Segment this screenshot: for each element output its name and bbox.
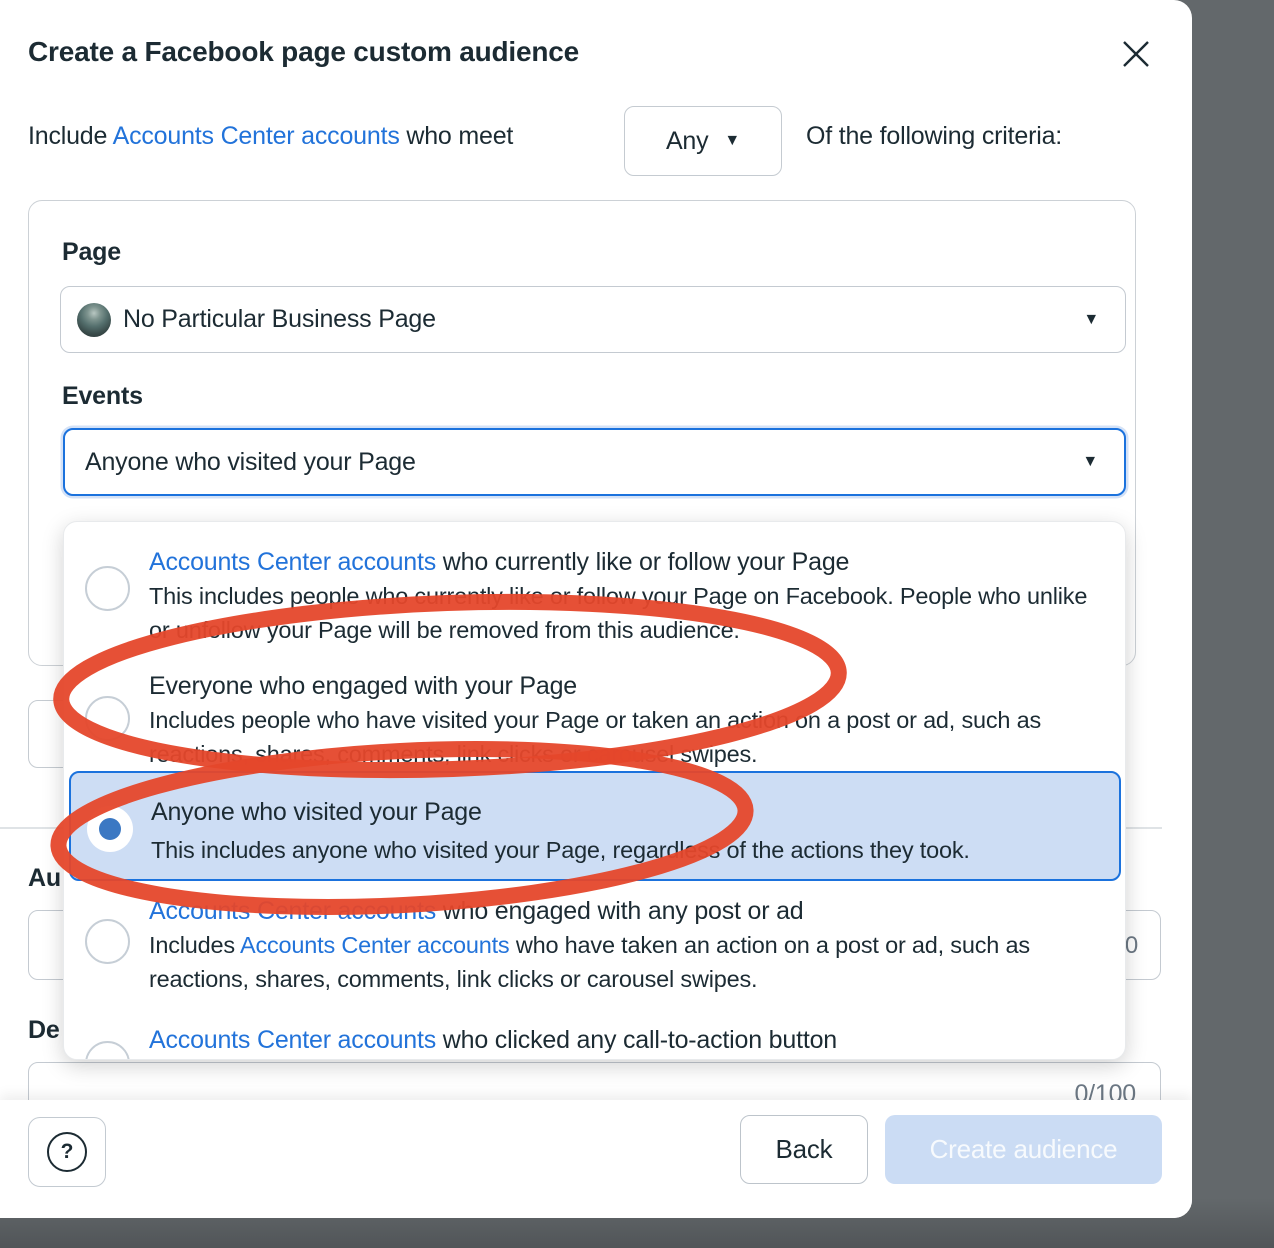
help-icon: ? [47,1132,87,1172]
events-select[interactable]: Anyone who visited your Page ▼ [63,428,1126,496]
screenshot-root: { "icons": { "caret_down": "▼", "help": … [0,0,1274,1248]
description-label: De [28,1016,60,1045]
caret-down-icon: ▼ [1082,454,1098,470]
include-middle: who meet [400,122,514,150]
help-button[interactable]: ? [28,1117,106,1187]
close-icon [1118,36,1154,72]
page-title: Create a Facebook page custom audience [28,36,579,68]
page-avatar [77,303,111,337]
page-label: Page [62,238,121,267]
radio-unselected-icon[interactable] [85,566,130,611]
selected-option-text: Anyone who visited your Page This includ… [151,797,1101,868]
create-audience-button-disabled[interactable]: Create audience [885,1115,1162,1184]
page-select[interactable]: No Particular Business Page ▼ [60,286,1126,353]
radio-unselected-icon[interactable] [85,919,130,964]
caret-down-icon: ▼ [724,133,740,149]
back-button[interactable]: Back [740,1115,868,1184]
events-dropdown-panel: Accounts Center accounts who currently l… [63,521,1126,1060]
dropdown-option-likes-follows[interactable]: Accounts Center accounts who currently l… [149,547,1099,647]
events-label: Events [62,382,143,411]
radio-unselected-icon[interactable] [85,1041,130,1060]
dropdown-option-clicked-cta[interactable]: Accounts Center accounts who clicked any… [149,1025,1099,1058]
events-select-value: Anyone who visited your Page [85,448,416,477]
radio-unselected-icon[interactable] [85,696,130,741]
dropdown-option-visited-page-selected[interactable]: Anyone who visited your Page This includ… [69,771,1121,881]
radio-selected-icon[interactable] [87,806,133,852]
match-type-dropdown[interactable]: Any ▼ [624,106,782,176]
audience-name-counter: 0 [1125,932,1138,960]
modal-footer: ? Back Create audience [0,1100,1192,1218]
match-type-value: Any [666,127,708,156]
accounts-center-link[interactable]: Accounts Center accounts [113,122,400,150]
dropdown-option-engaged-post-ad[interactable]: Accounts Center accounts who engaged wit… [149,896,1099,996]
dropdown-option-engaged-page[interactable]: Everyone who engaged with your Page Incl… [149,671,1099,771]
audience-name-label: Au [28,864,61,893]
create-audience-modal: Create a Facebook page custom audience I… [0,0,1192,1218]
include-statement: Include Accounts Center accounts who mee… [28,122,513,151]
page-select-value: No Particular Business Page [123,305,436,334]
close-button[interactable] [1118,36,1154,72]
caret-down-icon: ▼ [1083,312,1099,328]
include-prefix: Include [28,122,113,150]
include-suffix: Of the following criteria: [806,122,1062,151]
